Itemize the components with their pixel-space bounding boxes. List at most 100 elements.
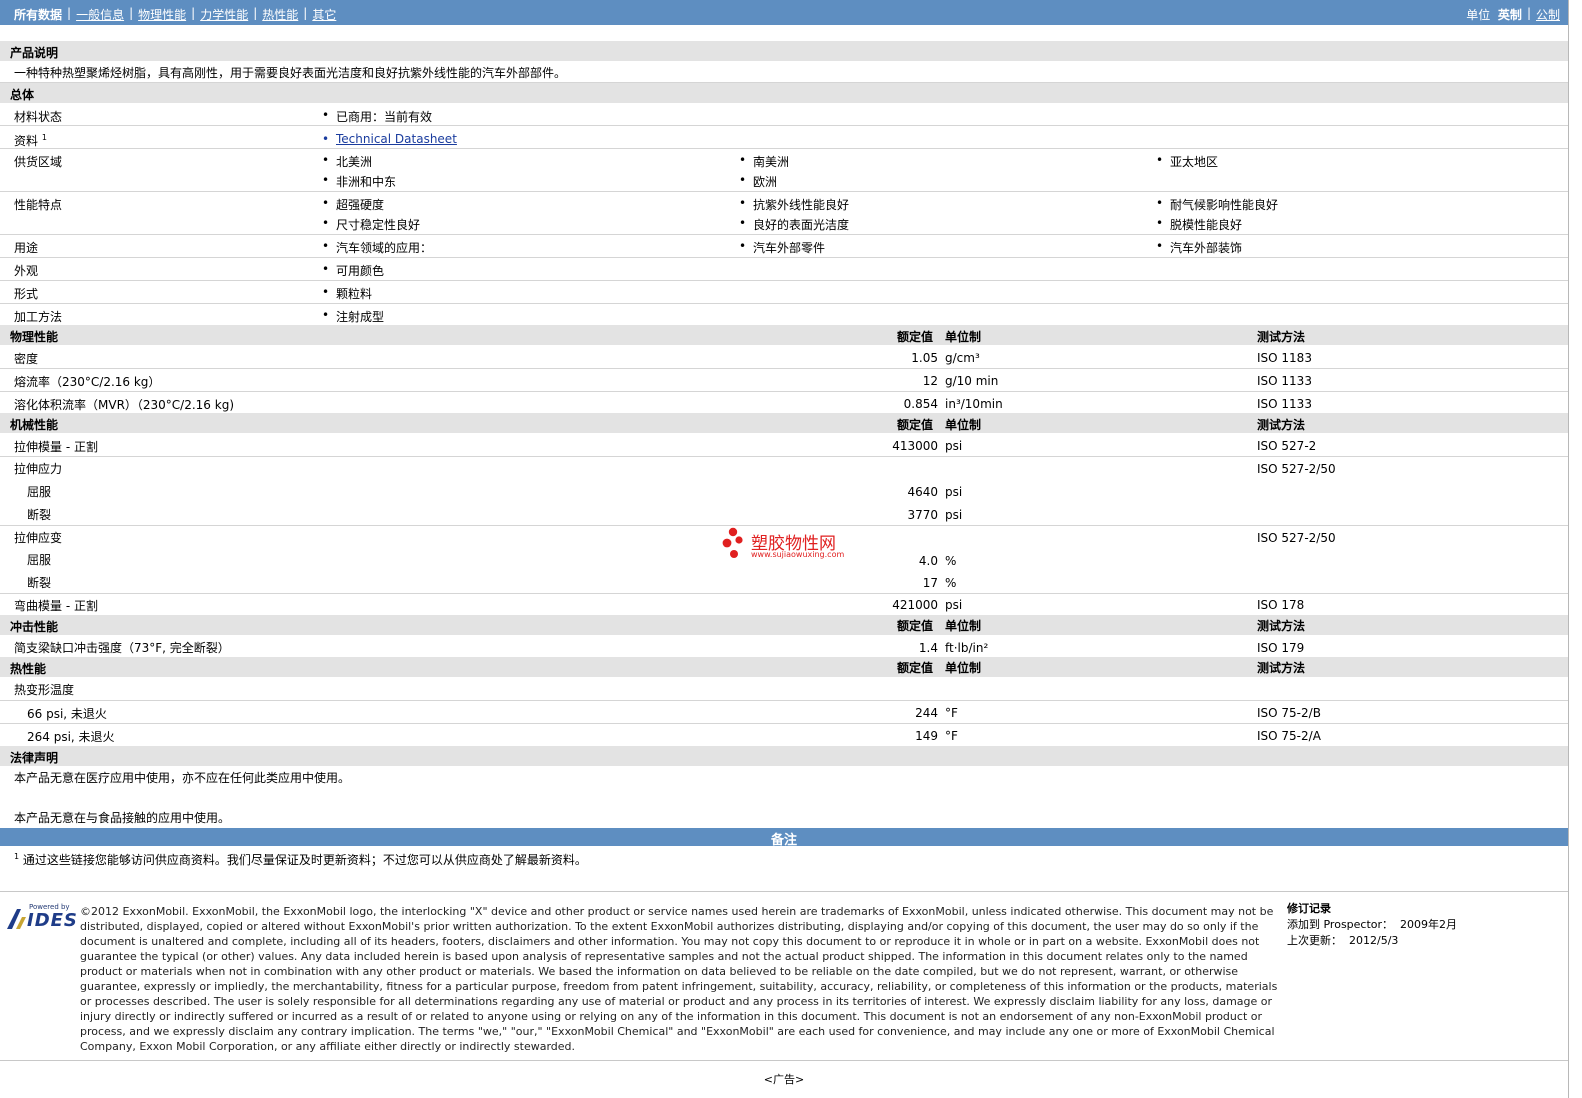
datasheet-page: 所有数据 | 一般信息 | 物理性能 | 力学性能 | 热性能 | 其它 单位 英制 | 公制 产品说明…	[0, 0, 1569, 1098]
list-item: 欧洲	[739, 173, 777, 190]
table-row: 264 psi, 未退火 149 °F ISO 75-2/A	[0, 724, 1568, 746]
row-unit: psi	[945, 439, 963, 453]
nav-separator: |	[303, 6, 308, 20]
section-header-description: 产品说明	[0, 41, 1568, 61]
row-test-method: ISO 75-2/B	[1257, 706, 1321, 720]
table-row: 拉伸模量 - 正割 413000 psi ISO 527-2	[0, 434, 1568, 457]
row-test-method: ISO 1133	[1257, 397, 1312, 411]
logo-text: IDES	[27, 910, 78, 931]
row-unit: g/10 min	[945, 374, 999, 388]
row-test-method: ISO 1133	[1257, 374, 1312, 388]
nav-other[interactable]: 其它	[312, 8, 336, 22]
row-value: 421000	[892, 598, 938, 612]
footnote-text: 通过这些链接您能够访问供应商资料。我们尽量保证及时更新资料；不过您可以从供应商处…	[22, 853, 587, 867]
column-header-test: 测试方法	[1257, 330, 1306, 344]
description-text: 一种特种热塑聚烯烃树脂，具有高刚性，用于需要良好表面光洁度和良好抗紫外线性能的汽…	[14, 66, 567, 80]
section-title: 物理性能	[10, 330, 59, 344]
nav-separator: |	[129, 6, 134, 20]
appearance-row: 外观 可用颜色	[0, 258, 1568, 281]
row-label: 264 psi, 未退火	[27, 730, 115, 744]
ad-placeholder: <广告>	[763, 1073, 805, 1086]
table-row: 66 psi, 未退火 244 °F ISO 75-2/B	[0, 701, 1568, 724]
row-unit: psi	[945, 508, 963, 522]
nav-separator: |	[1526, 6, 1531, 20]
nav-general-info[interactable]: 一般信息	[76, 8, 124, 22]
notes-header: 备注	[0, 828, 1568, 848]
table-row: 热变形温度	[0, 678, 1568, 701]
row-label: 66 psi, 未退火	[27, 707, 107, 721]
row-label: 密度	[14, 352, 39, 366]
section-header-impact: 冲击性能 额定值 单位制 测试方法	[0, 615, 1568, 635]
footnote-marker: 1	[14, 852, 20, 861]
section-header-legal: 法律声明	[0, 746, 1568, 766]
list-item: 北美洲	[322, 153, 372, 170]
row-value: 244	[915, 706, 938, 720]
legal-text: 本产品无意在医疗应用中使用，亦不应在任何此类应用中使用。	[14, 771, 351, 785]
row-test-method: ISO 527-2/50	[1257, 531, 1336, 545]
nav-separator: |	[191, 6, 196, 20]
row-label: 供货区域	[14, 155, 63, 169]
nav-thermal[interactable]: 热性能	[262, 8, 298, 22]
row-label: 加工方法	[14, 310, 63, 324]
column-header-nominal: 额定值	[897, 661, 934, 675]
row-value: 4.0	[918, 554, 938, 568]
uses-row: 用途 汽车领域的应用： 汽车外部零件 汽车外部装饰	[0, 235, 1568, 258]
row-label: 溶化体积流率（MVR）（230°C/2.16 kg)	[14, 398, 235, 412]
list-item: 耐气候影响性能良好	[1156, 196, 1278, 213]
row-value: 可用颜色	[322, 262, 384, 279]
nav-all-data[interactable]: 所有数据	[14, 8, 62, 22]
availability-row: 供货区域 北美洲 南美洲 亚太地区 非洲和中东 欧洲	[0, 149, 1568, 192]
table-row: 溶化体积流率（MVR）（230°C/2.16 kg) 0.854 in³/10m…	[0, 392, 1568, 413]
row-label: 屈服	[27, 485, 52, 499]
row-label: 拉伸模量 - 正割	[14, 440, 98, 454]
column-header-test: 测试方法	[1257, 619, 1306, 633]
list-item: 脱模性能良好	[1156, 216, 1242, 233]
unit-imperial[interactable]: 英制	[1498, 8, 1522, 22]
list-item: 汽车领域的应用：	[322, 239, 432, 256]
footnote-ref: 1	[41, 133, 47, 142]
revision-history: 修订记录 添加到 Prospector： 2009年2月 上次更新： 2012/…	[1287, 901, 1457, 949]
ides-logo: Powered by IDES	[7, 903, 77, 931]
column-header-unit: 单位制	[945, 661, 982, 675]
nav-mechanical[interactable]: 力学性能	[200, 8, 248, 22]
row-value: 颗粒料	[322, 285, 372, 302]
row-label: 资料	[14, 134, 39, 148]
revision-updated: 上次更新： 2012/5/3	[1287, 933, 1457, 949]
row-label: 断裂	[27, 576, 52, 590]
row-value: 4640	[907, 485, 938, 499]
list-item: 亚太地区	[1156, 153, 1218, 170]
row-value: 149	[915, 729, 938, 743]
list-item: 非洲和中东	[322, 173, 396, 190]
technical-datasheet-link[interactable]: Technical Datasheet	[322, 132, 457, 146]
table-row: 屈服 4640 psi	[0, 480, 1568, 502]
nav-separator: |	[253, 6, 258, 20]
row-label: 性能特点	[14, 198, 63, 212]
row-unit: °F	[945, 706, 958, 720]
updated-label: 上次更新：	[1287, 934, 1342, 947]
unit-metric[interactable]: 公制	[1536, 8, 1560, 22]
row-unit: ft·lb/in²	[945, 641, 989, 655]
table-row: 弯曲模量 - 正割 421000 psi ISO 178	[0, 594, 1568, 615]
column-header-nominal: 额定值	[897, 330, 934, 344]
row-value: 413000	[892, 439, 938, 453]
section-header-general: 总体	[0, 83, 1568, 103]
column-header-nominal: 额定值	[897, 418, 934, 432]
row-unit: psi	[945, 485, 963, 499]
row-unit: g/cm³	[945, 351, 980, 365]
row-value: 注射成型	[322, 308, 384, 325]
revision-added: 添加到 Prospector： 2009年2月	[1287, 917, 1457, 933]
units-label: 单位	[1466, 8, 1491, 22]
updated-value: 2012/5/3	[1349, 934, 1399, 947]
row-value: 1.4	[918, 641, 938, 655]
row-test-method: ISO 527-2/50	[1257, 462, 1336, 476]
row-unit: psi	[945, 598, 963, 612]
nav-separator: |	[67, 6, 72, 20]
list-item: 良好的表面光洁度	[739, 216, 849, 233]
list-item: 南美洲	[739, 153, 789, 170]
row-label: 弯曲模量 - 正割	[14, 599, 98, 613]
row-unit: %	[945, 576, 957, 590]
nav-physical[interactable]: 物理性能	[138, 8, 186, 22]
processing-row: 加工方法 注射成型	[0, 304, 1568, 325]
section-title: 冲击性能	[10, 620, 59, 634]
description-row: 一种特种热塑聚烯烃树脂，具有高刚性，用于需要良好表面光洁度和良好抗紫外线性能的汽…	[0, 61, 1568, 83]
